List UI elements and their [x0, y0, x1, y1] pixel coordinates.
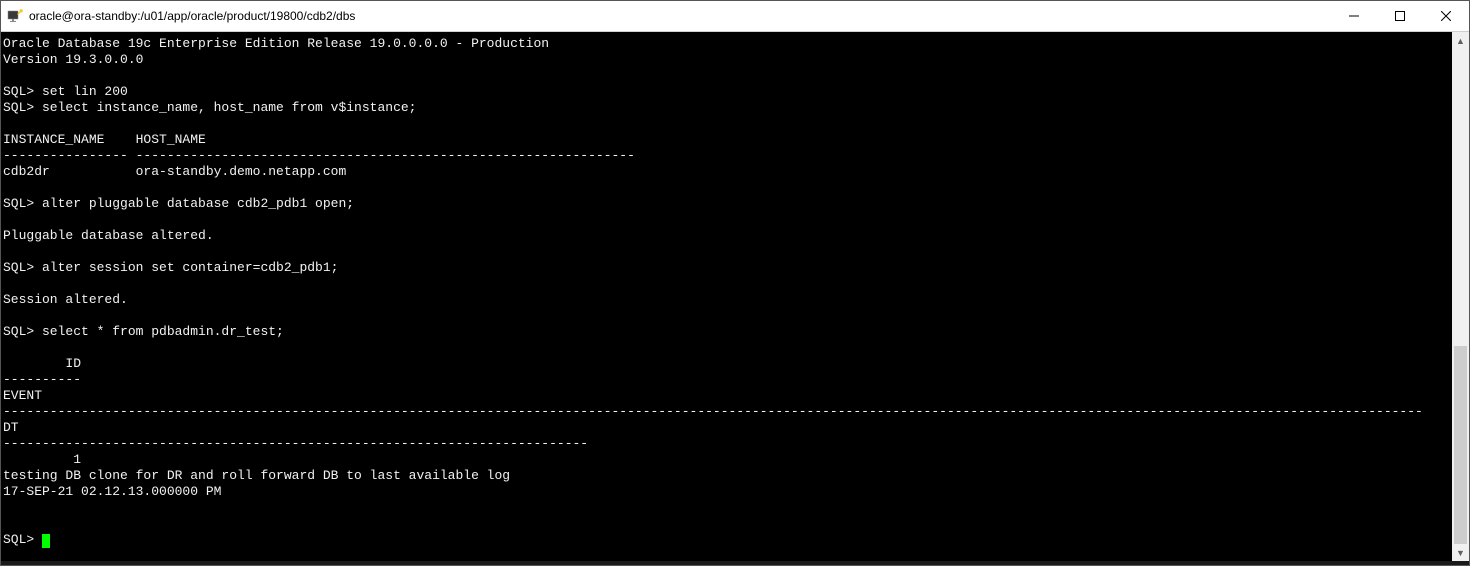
scroll-up-arrow-icon[interactable]: ▲	[1452, 32, 1469, 49]
maximize-button[interactable]	[1377, 1, 1423, 31]
putty-icon	[7, 8, 23, 24]
window-controls	[1331, 1, 1469, 31]
scroll-down-arrow-icon[interactable]: ▼	[1452, 544, 1469, 561]
minimize-button[interactable]	[1331, 1, 1377, 31]
window-title: oracle@ora-standby:/u01/app/oracle/produ…	[29, 9, 1331, 23]
scroll-thumb[interactable]	[1454, 346, 1467, 544]
taskbar-strip	[1, 561, 1469, 565]
terminal-output[interactable]: Oracle Database 19c Enterprise Edition R…	[1, 32, 1452, 561]
scroll-track[interactable]	[1452, 49, 1469, 544]
app-window: oracle@ora-standby:/u01/app/oracle/produ…	[0, 0, 1470, 566]
vertical-scrollbar[interactable]: ▲ ▼	[1452, 32, 1469, 561]
close-button[interactable]	[1423, 1, 1469, 31]
terminal-area: Oracle Database 19c Enterprise Edition R…	[1, 32, 1469, 561]
terminal-cursor	[42, 534, 50, 548]
titlebar[interactable]: oracle@ora-standby:/u01/app/oracle/produ…	[1, 1, 1469, 32]
